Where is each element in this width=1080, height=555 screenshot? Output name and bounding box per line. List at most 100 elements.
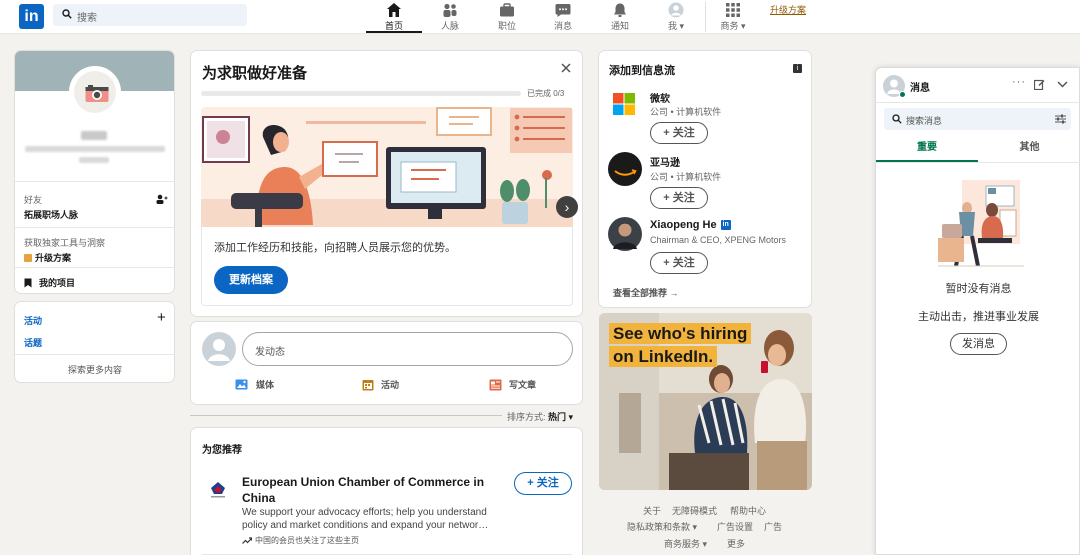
recommendation-card: 为您推荐 European Union Chamber of Commerce … (190, 427, 583, 555)
tab-focused[interactable]: 重要 (876, 136, 978, 162)
add-connection-icon (156, 194, 168, 204)
home-icon (387, 3, 401, 17)
view-all-recommendations-link[interactable]: 查看全部推荐 → (613, 286, 679, 299)
topics-link[interactable]: 话题 (24, 336, 42, 349)
update-profile-button[interactable]: 更新档案 (214, 266, 288, 294)
premium-badge-icon (24, 253, 32, 262)
friends-label: 好友 (24, 195, 43, 205)
footer-about[interactable]: 关于 (643, 504, 661, 517)
event-label: 活动 (381, 380, 400, 390)
write-article-button[interactable]: 写文章 (489, 378, 536, 391)
nav-home[interactable]: 首页 (366, 2, 422, 33)
chevron-down-icon[interactable] (1057, 81, 1068, 88)
info-icon[interactable]: i (793, 64, 802, 73)
briefcase-icon (500, 3, 514, 17)
more-options-icon[interactable]: ··· (1012, 76, 1026, 88)
footer-ad-settings[interactable]: 广告设置 (717, 520, 753, 533)
recommendation-title: 为您推荐 (202, 445, 242, 456)
hiring-ad[interactable]: See who's hiring on LinkedIn. (599, 313, 812, 490)
profile-photo[interactable] (69, 66, 121, 118)
activity-link[interactable]: 活动 (24, 314, 42, 327)
footer-more[interactable]: 更多 (727, 537, 745, 550)
feed-item-name[interactable]: 微软 (650, 90, 670, 105)
footer-ads[interactable]: 广告 (764, 520, 782, 533)
sort-value: 热门 ▾ (548, 412, 574, 422)
empty-messages-subtitle: 主动出击，推进事业发展 (918, 311, 1039, 323)
footer-accessibility[interactable]: 无障碍模式 (672, 504, 717, 517)
search-messages-input[interactable]: 搜索消息 (884, 108, 1071, 130)
person-name-row[interactable]: Xiaopeng He in (650, 219, 731, 231)
feed-item-name[interactable]: 亚马逊 (650, 154, 680, 169)
follow-microsoft-button[interactable]: + 关注 (650, 122, 708, 144)
follow-amazon-button[interactable]: + 关注 (650, 187, 708, 209)
job-prep-card: 为求职做好准备 已完成 0/3 › 添加工作经历和技能，向招聘人员展示您的优势。… (190, 50, 583, 317)
nav-me[interactable]: 我 ▾ (648, 2, 704, 33)
grow-network-link: 拓展职场人脉 (24, 210, 79, 220)
nav-messaging-label: 消息 (553, 21, 572, 31)
start-post-input[interactable]: 发动态 (242, 332, 573, 366)
feed-item-subtitle: Chairman & CEO, XPENG Motors (650, 235, 787, 245)
event-button[interactable]: 活动 (362, 378, 399, 391)
online-status-icon (899, 91, 906, 98)
carousel-next-button[interactable]: › (556, 196, 578, 218)
filter-icon[interactable] (1055, 114, 1066, 124)
search-placeholder: 搜索 (77, 13, 97, 24)
friends-section[interactable]: 好友 拓展职场人脉 (24, 193, 78, 221)
messaging-avatar[interactable] (883, 75, 906, 100)
upgrade-link: 升级方案 (35, 253, 72, 263)
footer-help[interactable]: 帮助中心 (730, 504, 766, 517)
write-article-label: 写文章 (509, 380, 537, 390)
job-prep-illustration (201, 107, 573, 227)
search-input[interactable]: 搜索 (53, 4, 247, 26)
nav-network[interactable]: 人脉 (422, 2, 478, 33)
org-name[interactable]: European Union Chamber of Commerce in Ch… (242, 474, 502, 506)
feed-item-subtitle: 公司 • 计算机软件 (650, 107, 722, 117)
empty-messages-title: 暂时没有消息 (945, 283, 1012, 295)
person-avatar[interactable] (608, 217, 642, 251)
microsoft-logo[interactable] (613, 93, 635, 115)
premium-section[interactable]: 获取独家工具与洞察 升级方案 (24, 236, 105, 264)
follow-org-button[interactable]: + 关注 (514, 472, 572, 495)
top-navigation: in 搜索 首页 人脉 职位 消息 通知 我 ▾ 商务 ▾ 升级方案 (0, 0, 1080, 34)
nav-business-label: 商务 ▾ (720, 21, 746, 31)
nav-business[interactable]: 商务 ▾ (705, 2, 761, 33)
explore-more-link[interactable]: 探索更多内容 (15, 363, 174, 376)
feed-item-name: Xiaopeng He (650, 219, 717, 231)
image-icon (235, 379, 248, 390)
org-description: We support your advocacy efforts; help y… (242, 507, 489, 531)
search-messages-placeholder: 搜索消息 (906, 116, 943, 126)
sort-label: 排序方式: (507, 412, 546, 422)
footer-privacy[interactable]: 隐私政策和条款 ▾ (627, 520, 697, 533)
job-prep-progress-text: 已完成 0/3 (527, 89, 565, 98)
nav-jobs[interactable]: 职位 (479, 2, 535, 33)
nav-home-label: 首页 (384, 21, 403, 31)
media-button[interactable]: 媒体 (235, 378, 274, 391)
compose-icon[interactable] (1034, 79, 1045, 90)
user-avatar[interactable] (202, 332, 236, 366)
premium-link[interactable]: 升级方案 (770, 3, 806, 16)
eu-chamber-logo[interactable] (205, 476, 231, 502)
nav-messaging[interactable]: 消息 (535, 2, 591, 33)
empty-messages-illustration (938, 180, 1024, 267)
nav-notifications[interactable]: 通知 (592, 2, 648, 33)
avatar-icon (668, 2, 684, 18)
trend-icon (242, 537, 252, 544)
send-message-button[interactable]: 发消息 (950, 333, 1007, 355)
my-items-link[interactable]: 我的项目 (24, 276, 75, 289)
plus-icon[interactable]: + (157, 309, 166, 326)
tab-other[interactable]: 其他 (978, 136, 1080, 162)
profile-headline-blurred (25, 146, 165, 152)
close-icon[interactable] (561, 63, 571, 73)
post-composer-card: 发动态 媒体 活动 写文章 (190, 321, 583, 405)
article-icon (489, 379, 502, 390)
messaging-title[interactable]: 消息 (910, 79, 930, 94)
sort-divider (190, 415, 502, 416)
add-to-feed-title: 添加到信息流 (609, 65, 675, 77)
sort-control[interactable]: 排序方式: 热门 ▾ (507, 410, 573, 423)
camera-icon (85, 85, 109, 102)
footer-business[interactable]: 商务服务 ▾ (664, 537, 707, 550)
linkedin-logo[interactable]: in (19, 4, 44, 29)
follow-person-button[interactable]: + 关注 (650, 252, 708, 274)
amazon-logo[interactable] (608, 152, 642, 186)
network-icon (443, 3, 457, 17)
